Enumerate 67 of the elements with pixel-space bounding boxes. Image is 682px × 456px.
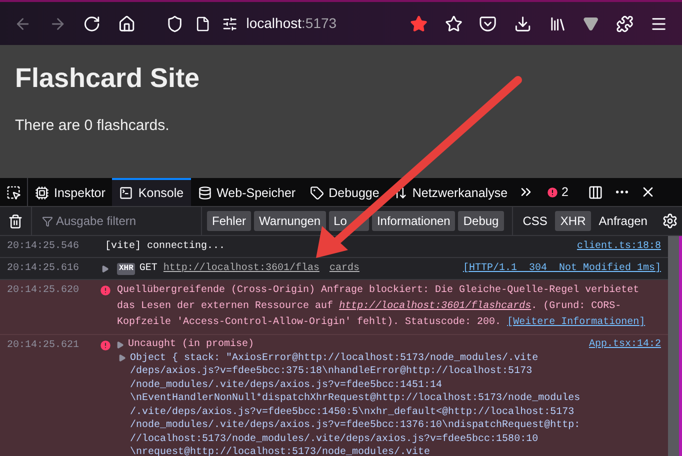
tab-icon: [119, 186, 134, 200]
tab-icon: [198, 186, 212, 200]
request-filter[interactable]: Anfragen: [594, 211, 652, 231]
log-level-filter[interactable]: Warnungen: [254, 211, 326, 231]
stack-trace-line: //localhost:5173/node_modules/.vite/deps/axios.js?v=fdee5bcc:1580:10: [129, 432, 540, 446]
reload-icon[interactable]: [83, 14, 101, 32]
stack-trace-line: \nrequest@http://localhost:5173/node_modules/.vite: [129, 446, 432, 456]
source-link[interactable]: App.tsx:14:2: [588, 338, 661, 352]
status-link[interactable]: [HTTP/1.1 304 Not Modified 1ms]: [462, 261, 661, 276]
page-heading: Flashcard Site: [15, 62, 201, 95]
timestamp: 20:14:25.546: [7, 240, 80, 254]
star-tray-icon[interactable]: [444, 14, 462, 32]
log-level-filter[interactable]: Informationen: [372, 211, 456, 231]
stack-trace-line: /deps/axios.js?v=fdee5bcc:375:18\nhandleError@http://localhost:5173: [129, 365, 534, 378]
error-icon: [99, 284, 112, 297]
pocket-icon[interactable]: [479, 14, 497, 32]
timestamp: 20:14:25.616: [7, 262, 80, 276]
error-text: Quellübergreifende (Cross-Origin) Anfrage blockiert: Die Gleiche-Quelle-Regel verbietet das Lesen der externen Ressource auf http://localhost:3601/flashcards. (Grund: CORS-Kopfzeile 'Access-Control-Allow-Origin' fehlt). Statuscode: 200. [Weitere Informationen]: [117, 284, 646, 330]
more-info-link[interactable]: [Weitere Informationen]: [507, 317, 646, 328]
timestamp: 20:14:25.620: [7, 284, 80, 298]
permissions-icon[interactable]: [222, 16, 238, 32]
devtools-tab[interactable]: Konsole: [112, 178, 191, 206]
timestamp: 20:14:25.621: [7, 339, 80, 353]
download-icon[interactable]: [514, 14, 532, 32]
extensions-icon[interactable]: [616, 14, 634, 32]
url-field[interactable]: localhost:5173: [246, 13, 384, 34]
library-icon[interactable]: [548, 14, 566, 32]
stack-trace-line: \nEventHandlerNonNull*dispatchXhrRequest@http://localhost:5173/node_modules: [129, 392, 582, 406]
trash-icon[interactable]: [8, 214, 23, 228]
request-filter[interactable]: CSS: [518, 211, 552, 231]
error-title: Uncaught (in promise): [128, 338, 254, 352]
request-url[interactable]: http://localhost:3601/flas: [163, 261, 320, 276]
stack-trace-line: /node_modules/.vite/deps/axios.js?v=fdee5bcc:1376:10\ndispatchRequest@http:: [129, 419, 582, 432]
page-text: There are 0 flashcards.: [15, 116, 170, 136]
responsive-mode-icon[interactable]: [588, 184, 604, 200]
stack-trace-line: /node_modules/.vite/deps/axios.js?v=fdee5bcc:1451:14: [129, 378, 444, 392]
scrollbar[interactable]: [668, 236, 682, 456]
expand-arrow-icon[interactable]: [101, 264, 109, 272]
settings-icon[interactable]: [662, 213, 678, 229]
element-picker-icon[interactable]: [6, 184, 21, 200]
xhr-badge: XHR: [117, 262, 136, 274]
log-level-filter[interactable]: Fehler: [207, 211, 252, 231]
log-message: [vite] connecting...: [105, 240, 226, 254]
object-preview: Object { stack: "AxiosError@http://localhost:5173/node_modules/.vite: [130, 352, 538, 365]
filter-field[interactable]: Ausgabe filtern: [31, 207, 201, 235]
home-icon[interactable]: [118, 14, 136, 32]
request-filter[interactable]: XHR: [555, 211, 591, 231]
resource-link[interactable]: http://localhost:3601/flashcards: [339, 301, 532, 312]
http-method: GET: [139, 262, 158, 276]
error-icon: [99, 339, 112, 352]
error-count[interactable]: 2: [562, 182, 568, 202]
v-logo-icon[interactable]: [583, 16, 599, 32]
devtools-tab[interactable]: Inspektor: [28, 178, 112, 206]
page-icon[interactable]: [194, 16, 211, 32]
source-link[interactable]: client.ts:18:8: [576, 239, 661, 254]
devtools-tab[interactable]: Debugge: [302, 178, 386, 206]
filter-icon: [42, 216, 53, 226]
bookmark-star-icon[interactable]: [410, 14, 428, 32]
error-count-icon: [546, 186, 559, 198]
log-level-filter[interactable]: Debug: [458, 211, 504, 231]
tab-icon: [35, 186, 49, 200]
tab-icon: [310, 186, 324, 200]
request-url[interactable]: cards: [329, 261, 360, 276]
stack-trace-line: /.vite/deps/axios.js?v=fdee5bcc:1450:5\nxhr_default<@http://localhost:5173: [129, 406, 576, 419]
shield-icon[interactable]: [166, 14, 184, 32]
devtools-tab[interactable]: Web-Speicher: [190, 178, 303, 206]
devtools-tab[interactable]: Netzwerkanalyse: [386, 178, 515, 206]
